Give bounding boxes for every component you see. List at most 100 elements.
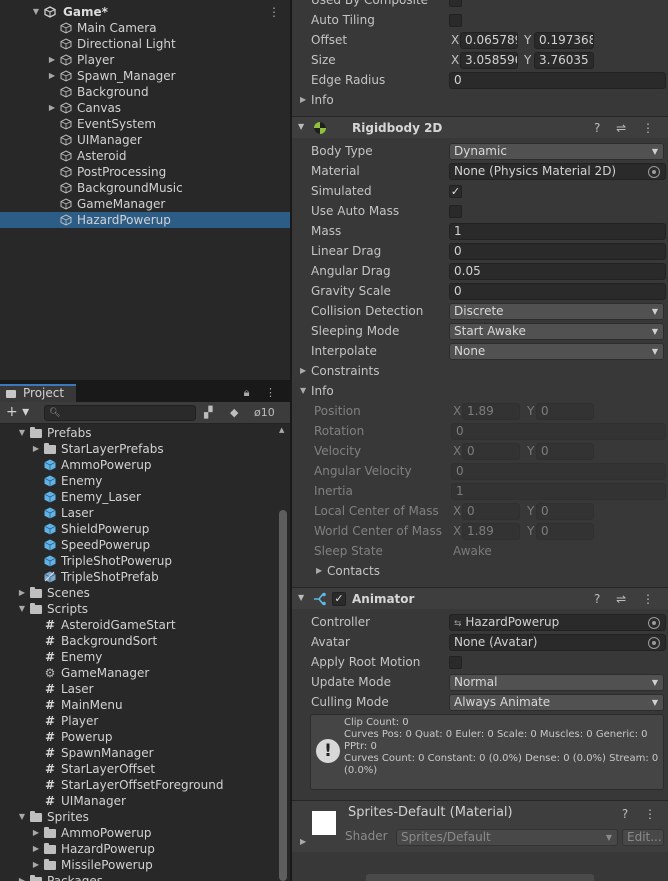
fold-closed-icon[interactable]: ▶: [300, 90, 306, 110]
size-x-field[interactable]: 3.058596: [460, 52, 518, 69]
hierarchy-item-background[interactable]: Background: [0, 84, 290, 100]
tab-project[interactable]: Project: [0, 384, 76, 402]
fold-closed-icon[interactable]: ▶: [47, 68, 57, 84]
lock-icon[interactable]: 🔒︎ ⋮: [244, 386, 282, 400]
project-item-mainmenu[interactable]: # MainMenu: [0, 697, 278, 713]
fold-closed-icon[interactable]: ▶: [47, 52, 57, 68]
body-type-dropdown[interactable]: Dynamic ▼: [449, 143, 664, 160]
rigidbody2d-header[interactable]: ▼ Rigidbody 2D ? ⇌ ⋮: [292, 116, 668, 138]
rigidbody-info-foldout[interactable]: ▼ Info: [292, 381, 668, 401]
filter-by-type-button[interactable]: ▞: [204, 405, 212, 421]
project-item-enemy-laser[interactable]: Enemy_Laser: [0, 489, 278, 505]
hierarchy-item-player[interactable]: ▶ Player: [0, 52, 290, 68]
project-item-powerup[interactable]: # Powerup: [0, 729, 278, 745]
project-item-sprites[interactable]: ▼ Sprites: [0, 809, 278, 825]
edit-shader-button[interactable]: Edit...: [622, 829, 664, 846]
hierarchy-item-directional-light[interactable]: Directional Light: [0, 36, 290, 52]
fold-closed-icon[interactable]: ▶: [300, 361, 306, 381]
offset-y-field[interactable]: 0.197368: [534, 32, 594, 49]
hierarchy-item-hazardpowerup[interactable]: HazardPowerup: [0, 212, 290, 228]
shader-dropdown[interactable]: Sprites/Default ▼: [396, 829, 618, 846]
project-item-asteroidgamestart[interactable]: # AsteroidGameStart: [0, 617, 278, 633]
gravity-scale-field[interactable]: 0: [449, 283, 666, 300]
project-item-shieldpowerup[interactable]: ShieldPowerup: [0, 521, 278, 537]
fold-closed-icon[interactable]: ▶: [31, 441, 41, 457]
project-item-laser[interactable]: Laser: [0, 505, 278, 521]
fold-closed-icon[interactable]: ▶: [47, 100, 57, 116]
hierarchy-item-gamemanager[interactable]: GameManager: [0, 196, 290, 212]
size-y-field[interactable]: 3.76035: [534, 52, 594, 69]
avatar-field[interactable]: None (Avatar): [449, 634, 666, 651]
update-mode-dropdown[interactable]: Normal ▼: [449, 674, 664, 691]
fold-closed-icon[interactable]: ▶: [17, 585, 27, 601]
component-help-icon[interactable]: ? ⇌ ⋮: [594, 117, 660, 139]
create-plus-button[interactable]: + ▾: [6, 404, 29, 420]
project-scrollbar[interactable]: ▲: [279, 426, 287, 881]
project-item-enemy[interactable]: Enemy: [0, 473, 278, 489]
fold-open-icon[interactable]: ▼: [17, 809, 27, 825]
search-input[interactable]: 🔍︎: [44, 405, 196, 421]
hierarchy-item-backgroundmusic[interactable]: BackgroundMusic: [0, 180, 290, 196]
project-item-prefabs[interactable]: ▼ Prefabs: [0, 425, 278, 441]
contacts-foldout[interactable]: ▶ Contacts: [292, 561, 668, 581]
constraints-foldout[interactable]: ▶ Constraints: [292, 361, 668, 381]
project-item-spawnmanager[interactable]: # SpawnManager: [0, 745, 278, 761]
project-item-tripleshotprefab[interactable]: TripleShotPrefab: [0, 569, 278, 585]
hierarchy-item-eventsystem[interactable]: EventSystem: [0, 116, 290, 132]
scene-row[interactable]: ▼ Game* ⋮: [0, 4, 290, 20]
project-item-starlayeroffset[interactable]: # StarLayerOffset: [0, 761, 278, 777]
fold-closed-icon[interactable]: ▶: [31, 857, 41, 873]
project-item-starlayeroffsetforeground[interactable]: # StarLayerOffsetForeground: [0, 777, 278, 793]
angular-drag-field[interactable]: 0.05: [449, 263, 666, 280]
hierarchy-item-canvas[interactable]: ▶ Canvas: [0, 100, 290, 116]
fold-closed-icon[interactable]: ▶: [31, 841, 41, 857]
project-item-starlayerprefabs[interactable]: ▶ StarLayerPrefabs: [0, 441, 278, 457]
project-item-scenes[interactable]: ▶ Scenes: [0, 585, 278, 601]
hierarchy-item-postprocessing[interactable]: PostProcessing: [0, 164, 290, 180]
object-picker-icon[interactable]: [648, 637, 660, 649]
fold-open-icon[interactable]: ▼: [300, 381, 306, 401]
fold-closed-icon[interactable]: ▶: [316, 561, 322, 581]
simulated-checkbox[interactable]: ✓: [449, 185, 462, 198]
project-item-packages[interactable]: ▶ Packages: [0, 873, 278, 881]
fold-closed-icon[interactable]: ▶: [31, 825, 41, 841]
fold-open-icon[interactable]: ▼: [17, 425, 27, 441]
project-item-missilepowerup[interactable]: ▶ MissilePowerup: [0, 857, 278, 873]
fold-open-icon[interactable]: ▼: [298, 122, 304, 131]
offset-x-field[interactable]: 0.065789: [460, 32, 518, 49]
collider-info-foldout[interactable]: ▶ Info: [292, 90, 668, 110]
project-item-hazardpowerup[interactable]: ▶ HazardPowerup: [0, 841, 278, 857]
object-picker-icon[interactable]: [648, 166, 660, 178]
fold-open-icon[interactable]: ▼: [298, 593, 304, 602]
fold-closed-icon[interactable]: ▶: [17, 873, 27, 881]
used-by-composite-checkbox[interactable]: [449, 0, 462, 7]
animator-enabled-checkbox[interactable]: ✓: [332, 592, 346, 606]
project-item-gamemanager[interactable]: ⚙ GameManager: [0, 665, 278, 681]
fold-closed-icon[interactable]: ▶: [300, 837, 306, 846]
material-field[interactable]: None (Physics Material 2D): [449, 163, 666, 180]
project-item-scripts[interactable]: ▼ Scripts: [0, 601, 278, 617]
project-item-ammopowerup[interactable]: AmmoPowerup: [0, 457, 278, 473]
fold-open-icon[interactable]: ▼: [31, 4, 41, 20]
scrollbar-thumb[interactable]: [279, 510, 287, 881]
hierarchy-item-asteroid[interactable]: Asteroid: [0, 148, 290, 164]
linear-drag-field[interactable]: 0: [449, 243, 666, 260]
controller-field[interactable]: ⇆ HazardPowerup: [449, 614, 666, 631]
animator-header[interactable]: ▼ ✓ Animator ? ⇌ ⋮: [292, 587, 668, 609]
hierarchy-item-uimanager[interactable]: UIManager: [0, 132, 290, 148]
auto-tiling-checkbox[interactable]: [449, 14, 462, 27]
edge-radius-field[interactable]: 0: [449, 72, 666, 89]
project-item-speedpowerup[interactable]: SpeedPowerup: [0, 537, 278, 553]
culling-mode-dropdown[interactable]: Always Animate ▼: [449, 694, 664, 711]
kebab-menu-icon[interactable]: ⋮: [268, 4, 280, 20]
root-motion-checkbox[interactable]: [449, 656, 462, 669]
material-help-icon[interactable]: ? ⋮: [622, 807, 662, 821]
project-item-ammopowerup[interactable]: ▶ AmmoPowerup: [0, 825, 278, 841]
auto-mass-checkbox[interactable]: [449, 205, 462, 218]
project-item-tripleshotpowerup[interactable]: TripleShotPowerup: [0, 553, 278, 569]
interpolate-dropdown[interactable]: None ▼: [449, 343, 664, 360]
hierarchy-item-main-camera[interactable]: Main Camera: [0, 20, 290, 36]
sleeping-mode-dropdown[interactable]: Start Awake ▼: [449, 323, 664, 340]
add-component-button[interactable]: [366, 874, 594, 881]
project-item-laser[interactable]: # Laser: [0, 681, 278, 697]
